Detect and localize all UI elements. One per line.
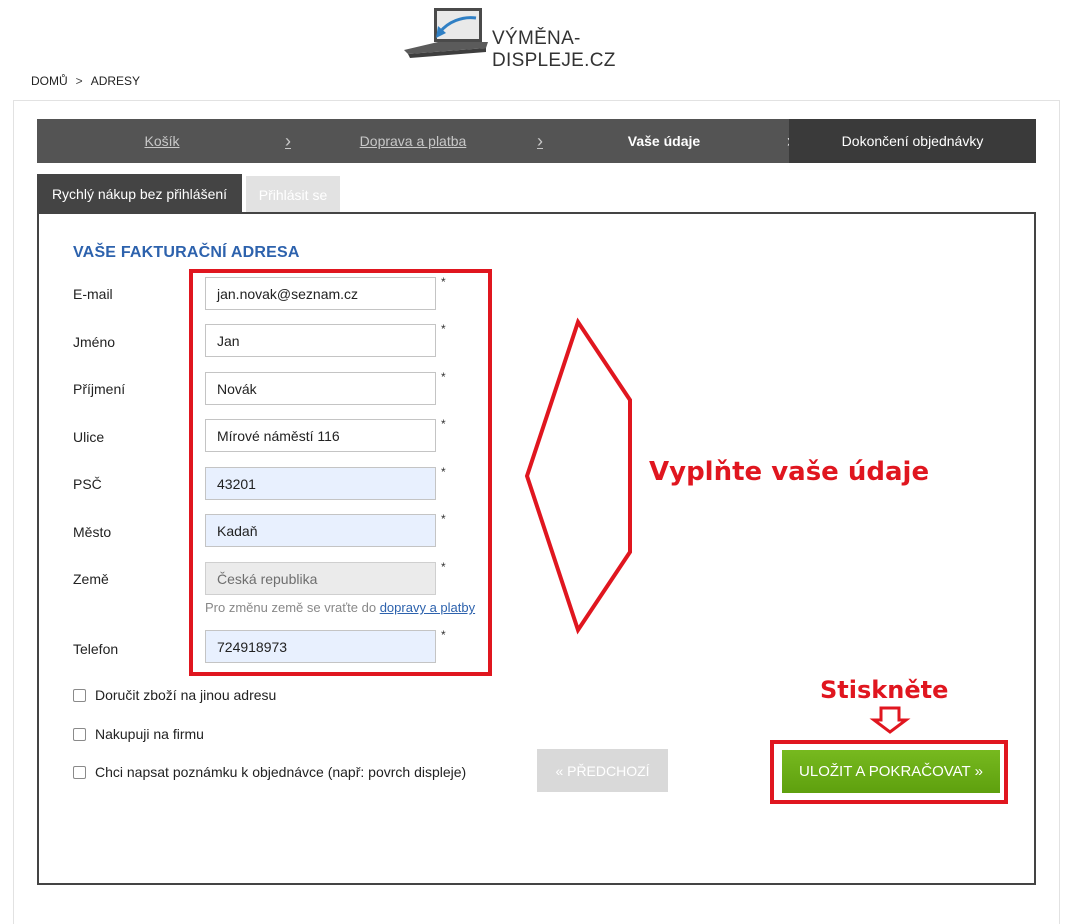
left-arrow-icon — [524, 317, 632, 635]
annotation-fill-in: Vyplňte vaše údaje — [649, 457, 930, 487]
down-arrow-icon — [869, 706, 911, 734]
annotation-press: Stiskněte — [820, 676, 949, 704]
